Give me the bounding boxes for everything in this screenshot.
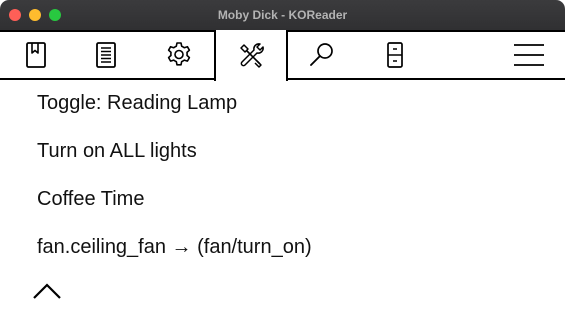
tools-icon	[240, 43, 264, 68]
menu-item-turn-on-all-lights[interactable]: Turn on ALL lights	[0, 129, 565, 177]
menu-tab-bar	[0, 30, 565, 81]
back-button[interactable]	[30, 275, 64, 307]
tab-main-menu[interactable]	[512, 38, 546, 72]
chevron-up-icon	[33, 283, 61, 299]
tab-settings[interactable]	[162, 38, 196, 72]
menu-item-ceiling-fan[interactable]: fan.ceiling_fan → (fan/turn_on)	[0, 225, 565, 273]
bookmark-icon	[26, 42, 46, 68]
tab-bookmark[interactable]	[19, 38, 53, 72]
tab-bar-bottom-border-right	[286, 78, 565, 80]
menu-item-coffee-time[interactable]: Coffee Time	[0, 177, 565, 225]
window-title: Moby Dick - KOReader	[217, 8, 348, 22]
page-nav-icon	[387, 42, 403, 68]
app-window: Moby Dick - KOReader Toggle: Reading Lam…	[0, 0, 565, 317]
tab-tools[interactable]	[234, 38, 268, 72]
hamburger-icon	[514, 44, 544, 66]
tab-search[interactable]	[305, 38, 339, 72]
search-icon	[310, 43, 333, 66]
menu-item-toggle-reading-lamp[interactable]: Toggle: Reading Lamp	[0, 81, 565, 129]
tab-document[interactable]	[89, 38, 123, 72]
gear-icon	[167, 42, 191, 66]
document-icon	[96, 42, 116, 68]
tab-navigation[interactable]	[378, 38, 412, 72]
title-bar: Moby Dick - KOReader	[0, 0, 565, 30]
menu-list: Toggle: Reading Lamp Turn on ALL lights …	[0, 81, 565, 273]
tab-bar-bottom-border-left	[0, 78, 216, 80]
